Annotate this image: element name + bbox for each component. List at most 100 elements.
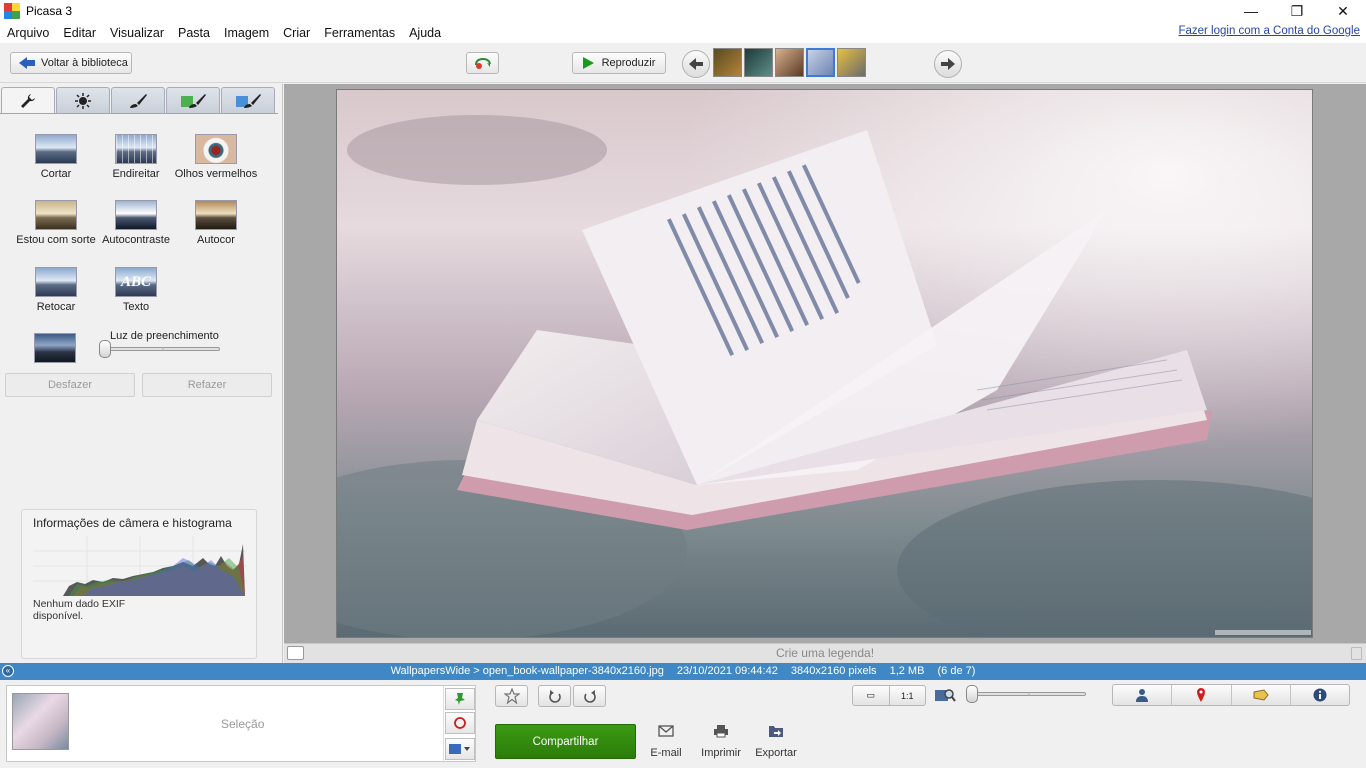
fill-light-track[interactable]	[106, 347, 220, 351]
star-button[interactable]	[495, 685, 528, 707]
map-pin-icon	[1197, 688, 1206, 702]
tray-thumbnail[interactable]	[12, 693, 69, 750]
back-to-library-label: Voltar à biblioteca	[41, 57, 128, 69]
caption-bar: Crie uma legenda!	[284, 643, 1366, 663]
pin-icon	[455, 693, 465, 705]
thumb-5[interactable]	[837, 48, 866, 77]
text-abc-icon: ABC	[115, 267, 157, 297]
menu-imagem[interactable]: Imagem	[217, 26, 276, 40]
toolbar: Voltar à biblioteca Reproduzir A AB AA	[0, 43, 1366, 119]
menu-bar: Arquivo Editar Visualizar Pasta Imagem C…	[0, 22, 1366, 43]
feeling-lucky-tool[interactable]: Estou com sorte	[11, 200, 101, 246]
tab-basic-fixes[interactable]	[1, 87, 55, 113]
auto-contrast-icon	[115, 200, 157, 230]
tab-tuning[interactable]	[56, 87, 110, 113]
menu-ferramentas[interactable]: Ferramentas	[317, 26, 402, 40]
menu-editar[interactable]: Editar	[56, 26, 103, 40]
status-path: WallpapersWide > open_book-wallpaper-384…	[390, 665, 664, 677]
back-arrow-icon	[19, 57, 35, 69]
zoom-actual-button[interactable]: 1:1	[890, 686, 926, 705]
next-image-button[interactable]	[934, 50, 962, 78]
trash-icon[interactable]	[1351, 647, 1362, 660]
status-dimensions: 3840x2160 pixels	[790, 665, 877, 677]
minimize-button[interactable]: —	[1228, 0, 1274, 22]
edit-panel: Cortar Endireitar Olhos vermelhos Estou …	[0, 84, 283, 664]
rotate-right-button[interactable]	[573, 685, 606, 707]
fill-light-icon	[34, 333, 76, 363]
zoom-fit-button[interactable]: ▭	[853, 686, 890, 705]
photo-tray: Seleção	[6, 685, 476, 763]
google-login-link[interactable]: Fazer login com a Conta do Google	[1178, 25, 1360, 37]
red-eye-tool[interactable]: Olhos vermelhos	[171, 134, 261, 180]
clear-tray-button[interactable]	[445, 712, 475, 734]
auto-contrast-tool[interactable]: Autocontraste	[91, 200, 181, 246]
zoom-magnifier-icon[interactable]	[934, 687, 956, 703]
previous-image-button[interactable]	[682, 50, 710, 78]
maximize-button[interactable]: ❐	[1274, 0, 1320, 22]
histogram-panel: Informações de câmera e histograma Nenhu…	[21, 509, 257, 659]
printer-icon	[714, 725, 728, 738]
wrench-icon	[21, 93, 35, 108]
thumb-1[interactable]	[713, 48, 742, 77]
album-dropdown-icon	[449, 744, 470, 754]
rotate-left-button[interactable]	[538, 685, 571, 707]
thumb-2[interactable]	[744, 48, 773, 77]
straighten-icon	[115, 134, 157, 164]
side-panel-buttons	[1112, 684, 1350, 706]
envelope-icon	[658, 725, 674, 737]
arrow-left-icon	[689, 58, 703, 70]
hold-pin-button[interactable]	[445, 688, 475, 710]
tags-button[interactable]	[1232, 685, 1291, 705]
tab-effects-3[interactable]	[221, 87, 275, 113]
info-icon	[1313, 688, 1327, 702]
rotate-left-icon	[548, 690, 561, 703]
retouch-tool[interactable]: Retocar	[11, 267, 101, 313]
thumbnail-strip	[713, 48, 866, 77]
upload-share-button[interactable]	[466, 52, 499, 74]
export-button[interactable]: Exportar	[751, 722, 801, 759]
add-to-album-button[interactable]	[445, 738, 475, 760]
brush-blue-icon	[236, 93, 261, 108]
main-photo[interactable]	[336, 89, 1313, 638]
redo-button[interactable]: Refazer	[142, 373, 272, 397]
tab-effects[interactable]	[111, 87, 165, 113]
print-button[interactable]: Imprimir	[696, 722, 746, 759]
export-folder-icon	[769, 726, 783, 737]
caption-input[interactable]: Crie uma legenda!	[284, 646, 1366, 660]
upload-sync-icon	[474, 57, 491, 69]
places-button[interactable]	[1172, 685, 1232, 705]
back-to-library-button[interactable]: Voltar à biblioteca	[10, 52, 132, 74]
menu-arquivo[interactable]: Arquivo	[0, 26, 56, 40]
menu-pasta[interactable]: Pasta	[171, 26, 217, 40]
star-icon	[503, 688, 520, 704]
window-title: Picasa 3	[26, 4, 73, 18]
edit-tabs	[0, 87, 283, 113]
straighten-tool[interactable]: Endireitar	[91, 134, 181, 180]
status-position: (6 de 7)	[937, 665, 976, 677]
slideshow-play-button[interactable]: Reproduzir	[572, 52, 666, 74]
zoom-slider-thumb[interactable]	[966, 685, 978, 703]
fill-light-slider-thumb[interactable]	[99, 340, 111, 358]
menu-visualizar[interactable]: Visualizar	[103, 26, 171, 40]
info-button[interactable]	[1291, 685, 1349, 705]
menu-criar[interactable]: Criar	[276, 26, 317, 40]
zoom-slider-track[interactable]	[972, 692, 1086, 696]
tab-effects-2[interactable]	[166, 87, 220, 113]
share-button[interactable]: Compartilhar	[495, 724, 636, 759]
picasa-logo-icon	[4, 3, 20, 19]
menu-ajuda[interactable]: Ajuda	[402, 26, 448, 40]
thumb-3[interactable]	[775, 48, 804, 77]
zoom-mode-group: ▭ 1:1	[852, 685, 926, 706]
tag-icon	[1253, 689, 1269, 701]
undo-button[interactable]: Desfazer	[5, 373, 135, 397]
text-tool[interactable]: ABC Texto	[91, 267, 181, 313]
auto-color-tool[interactable]: Autocor	[171, 200, 261, 246]
crop-tool[interactable]: Cortar	[11, 134, 101, 180]
email-button[interactable]: E-mail	[641, 722, 691, 759]
play-icon	[582, 57, 594, 69]
people-button[interactable]	[1113, 685, 1173, 705]
close-button[interactable]: ✕	[1320, 0, 1366, 22]
play-label: Reproduzir	[601, 57, 656, 69]
thumb-4[interactable]	[806, 48, 835, 77]
status-datetime: 23/10/2021 09:44:42	[676, 665, 778, 677]
